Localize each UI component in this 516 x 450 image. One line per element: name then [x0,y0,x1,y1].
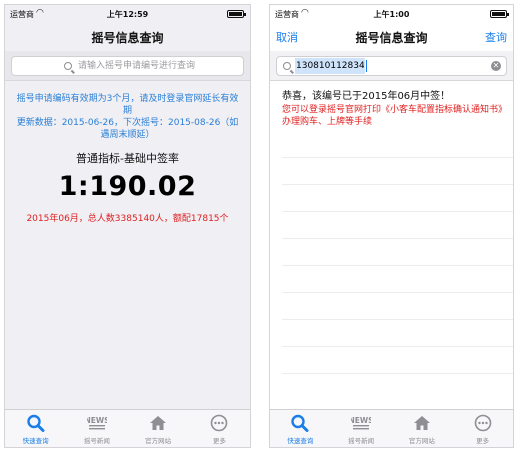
search-icon [64,62,72,70]
svg-text:NEWS: NEWS [351,416,371,425]
update-notice: 更新数据：2015-06-26，下次摇号：2015-08-26（如遇周末顺延） [16,118,239,140]
search-bar [5,51,250,81]
news-icon: NEWS [87,416,107,430]
info-text: 摇号申请编码有效期为3个月，请及时登录官网延长有效期 更新数据：2015-06-… [13,93,242,141]
svg-text:NEWS: NEWS [87,416,107,425]
clear-icon[interactable]: ✕ [491,61,501,71]
list-item [282,320,513,347]
more-icon [474,414,491,432]
home-icon [150,416,167,430]
tab-bar: 快速查询 NEWS 摇号新闻 官方网站 更多 [5,409,250,447]
list-item [282,158,513,185]
list-item [282,293,513,320]
tab-label: 官方网站 [145,437,172,445]
tab-bar: 快速查询 NEWS 摇号新闻 官方网站 更多 [270,409,513,447]
search-input[interactable] [295,58,365,74]
nav-bar: 取消 摇号信息查询 查询 [270,23,513,51]
news-icon: NEWS [351,416,371,430]
nav-bar: 摇号信息查询 [5,23,250,51]
tab-label: 官方网站 [408,437,435,445]
status-bar: 运营商 ◠ 上午1:00 [270,5,513,23]
status-bar: 运营商 ◠ 上午12:59 [5,5,250,23]
tab-official-site[interactable]: 官方网站 [392,410,453,447]
tab-label: 快速查询 [22,437,49,445]
tab-label: 摇号新闻 [83,437,110,445]
rate-label: 普通指标-基础中签率 [76,152,179,165]
result-headline: 恭喜，该编号已于2015年06月中签！ [282,91,451,102]
list-item [282,185,513,212]
tab-label: 快速查询 [287,437,314,445]
search-input[interactable] [78,58,237,74]
search-box[interactable] [11,56,244,76]
tab-quick-query[interactable]: 快速查询 [5,410,66,447]
tab-label: 摇号新闻 [348,437,375,445]
tab-official-site[interactable]: 官方网站 [128,410,189,447]
status-time: 上午1:00 [373,10,410,19]
search-bar: ✕ [270,51,513,81]
tab-quick-query[interactable]: 快速查询 [270,410,331,447]
search-icon [283,62,291,70]
more-icon [211,414,228,432]
list-item [282,239,513,266]
search-icon [291,414,309,432]
rate-note: 2015年06月，总人数3385140人，额配17815个 [26,214,229,224]
list-item [282,131,513,158]
list-item [282,266,513,293]
search-box[interactable]: ✕ [276,56,507,76]
result-instructions: 您可以登录摇号官网打印《小客车配置指标确认通知书》办理购车、上牌等手续 [282,105,503,127]
list-item [282,212,513,239]
tab-more[interactable]: 更多 [189,410,250,447]
tab-label: 更多 [212,437,226,445]
tab-news[interactable]: NEWS 摇号新闻 [331,410,392,447]
battery-icon [227,10,246,18]
rate-value: 1:190.02 [58,171,197,202]
page-title: 摇号信息查询 [355,31,428,45]
text-caret [366,60,367,72]
query-button[interactable]: 查询 [485,29,507,45]
list-item [282,347,513,374]
validity-notice: 摇号申请编码有效期为3个月，请及时登录官网延长有效期 [16,94,239,116]
search-icon [26,414,45,432]
page-title: 摇号信息查询 [91,31,164,45]
tab-more[interactable]: 更多 [452,410,513,447]
battery-icon [490,10,509,18]
tab-news[interactable]: NEWS 摇号新闻 [66,410,127,447]
home-icon [413,416,430,430]
left-phone-screen: 运营商 ◠ 上午12:59 摇号信息查询 摇号申请编码有效期为3个月，请及时登录… [4,4,251,448]
tab-label: 更多 [476,437,490,445]
result-block: 恭喜，该编号已于2015年06月中签！ 您可以登录摇号官网打印《小客车配置指标确… [282,90,505,128]
empty-list [282,131,513,374]
status-time: 上午12:59 [106,10,149,19]
right-phone-screen: 运营商 ◠ 上午1:00 取消 摇号信息查询 查询 ✕ 恭喜，该编号已于2015… [269,4,514,448]
